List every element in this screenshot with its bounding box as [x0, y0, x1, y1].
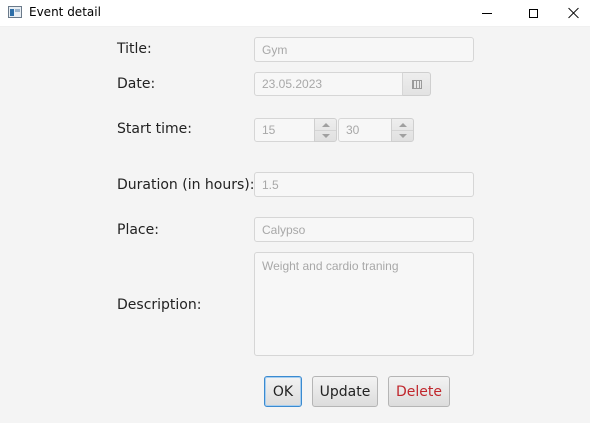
maximize-icon — [528, 8, 538, 18]
ok-button[interactable]: OK — [264, 376, 302, 407]
title-label: Title: — [117, 41, 152, 57]
arrow-down-icon — [398, 133, 407, 138]
place-label: Place: — [117, 222, 159, 238]
arrow-up-icon — [398, 122, 407, 127]
minimize-icon — [482, 12, 492, 14]
description-textarea[interactable]: Weight and cardio traning — [254, 252, 474, 356]
maximize-button[interactable] — [510, 0, 556, 26]
date-picker-button[interactable] — [402, 72, 431, 96]
start-time-label: Start time: — [117, 121, 192, 137]
hour-decrement-button[interactable] — [315, 130, 336, 141]
duration-label: Duration (in hours): — [117, 177, 255, 193]
start-minute-spinner[interactable] — [391, 118, 414, 142]
app-icon — [8, 6, 22, 18]
window-title: Event detail — [29, 5, 101, 19]
place-field[interactable]: Calypso — [254, 217, 474, 242]
close-button[interactable] — [551, 0, 590, 26]
title-bar: Event detail — [0, 0, 590, 27]
delete-button[interactable]: Delete — [388, 376, 450, 407]
arrow-up-icon — [321, 122, 330, 127]
start-hour-field[interactable]: 15 — [254, 118, 315, 142]
update-button[interactable]: Update — [312, 376, 378, 407]
start-hour-spinner[interactable] — [314, 118, 337, 142]
arrow-down-icon — [321, 133, 330, 138]
date-label: Date: — [117, 76, 156, 92]
minute-decrement-button[interactable] — [392, 130, 413, 141]
minimize-button[interactable] — [464, 0, 510, 26]
close-icon — [568, 7, 580, 19]
duration-field[interactable]: 1.5 — [254, 172, 474, 197]
date-field[interactable]: 23.05.2023 — [254, 72, 403, 96]
calendar-icon — [411, 79, 422, 89]
start-minute-field[interactable]: 30 — [338, 118, 392, 142]
description-label: Description: — [117, 297, 202, 313]
title-field[interactable]: Gym — [254, 37, 474, 62]
